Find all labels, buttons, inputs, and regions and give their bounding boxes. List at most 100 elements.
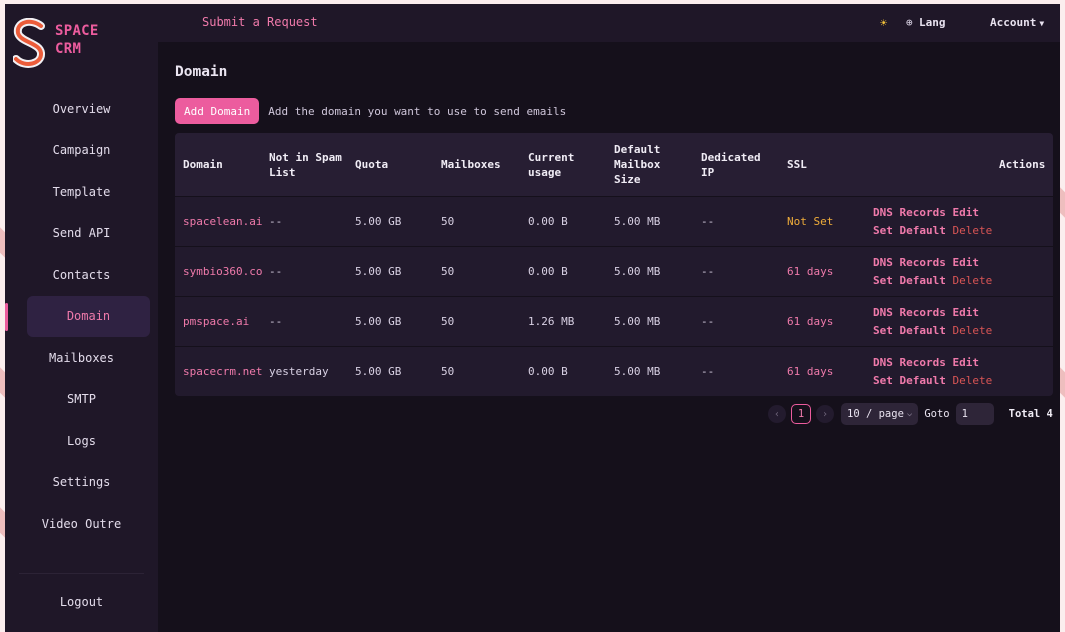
table-header: Domain Not in Spam List Quota Mailboxes … [175, 133, 1053, 196]
sidebar-item-domain[interactable]: Domain [5, 295, 150, 337]
dedicated-ip-cell: -- [701, 365, 715, 378]
edit-button[interactable]: Edit [952, 206, 979, 219]
dedicated-ip-cell: -- [701, 315, 715, 328]
domain-link[interactable]: pmspace.ai [183, 297, 249, 346]
sidebar: SPACE CRM Overview Campaign Template Sen… [5, 4, 158, 632]
domain-link[interactable]: spacecrm.net [183, 347, 262, 396]
quota-cell: 5.00 GB [355, 215, 402, 228]
set-default-button[interactable]: Set Default [873, 274, 946, 287]
ssl-status: 61 days [787, 315, 834, 328]
brand[interactable]: SPACE CRM [5, 4, 158, 86]
sidebar-item-campaign[interactable]: Campaign [5, 130, 158, 172]
quota-cell: 5.00 GB [355, 365, 402, 378]
delete-button[interactable]: Delete [952, 324, 992, 337]
helper-text: Add the domain you want to use to send e… [268, 104, 567, 118]
quota-cell: 5.00 GB [355, 315, 402, 328]
sidebar-item-overview[interactable]: Overview [5, 88, 158, 130]
set-default-button[interactable]: Set Default [873, 374, 946, 387]
mailboxes-cell: 50 [441, 315, 455, 328]
edit-button[interactable]: Edit [952, 356, 979, 369]
table-row: symbio360.co -- 5.00 GB 50 0.00 B 5.00 M… [175, 246, 1053, 296]
domains-table: Domain Not in Spam List Quota Mailboxes … [175, 133, 1053, 396]
row-actions: DNS Records Edit Set Default Delete [873, 347, 992, 396]
delete-button[interactable]: Delete [952, 274, 992, 287]
sidebar-item-mailboxes[interactable]: Mailboxes [5, 337, 158, 379]
chevron-down-icon: ⌵ [906, 409, 913, 419]
dns-records-button[interactable]: DNS Records [873, 256, 946, 269]
mailbox-size-cell: 5.00 MB [614, 215, 661, 228]
goto-page-input[interactable] [955, 403, 994, 425]
column-header-quota: Quota [355, 158, 389, 171]
mailboxes-cell: 50 [441, 365, 455, 378]
set-default-button[interactable]: Set Default [873, 224, 946, 237]
account-label: Account [990, 16, 1037, 29]
set-default-button[interactable]: Set Default [873, 324, 946, 337]
dedicated-ip-cell: -- [701, 215, 715, 228]
sidebar-item-smtp[interactable]: SMTP [5, 379, 158, 421]
page-number-button[interactable]: 1 [791, 404, 811, 424]
row-actions: DNS Records Edit Set Default Delete [873, 247, 992, 296]
mailboxes-cell: 50 [441, 215, 455, 228]
chevron-left-icon[interactable]: ‹ [768, 405, 786, 423]
goto-label: Goto [924, 408, 950, 420]
mailbox-size-cell: 5.00 MB [614, 365, 661, 378]
column-header-domain: Domain [183, 158, 223, 171]
sidebar-item-contacts[interactable]: Contacts [5, 254, 158, 296]
row-actions: DNS Records Edit Set Default Delete [873, 197, 992, 246]
sun-icon[interactable]: ☀ [880, 16, 887, 30]
sidebar-item-logs[interactable]: Logs [5, 420, 158, 462]
column-header-mailboxes: Mailboxes [441, 158, 501, 171]
add-domain-button[interactable]: Add Domain [175, 98, 260, 124]
edit-button[interactable]: Edit [952, 306, 979, 319]
sidebar-divider [19, 573, 144, 574]
table-row: spacelean.ai -- 5.00 GB 50 0.00 B 5.00 M… [175, 196, 1053, 246]
sidebar-item-send-api[interactable]: Send API [5, 213, 158, 255]
column-header-actions: Actions [999, 158, 1046, 171]
dns-records-button[interactable]: DNS Records [873, 206, 946, 219]
spam-cell: -- [269, 265, 283, 278]
table-row: spacecrm.net yesterday 5.00 GB 50 0.00 B… [175, 346, 1053, 396]
ssl-status: Not Set [787, 215, 834, 228]
s-logo-icon [13, 18, 45, 68]
spam-cell: -- [269, 315, 283, 328]
sidebar-item-video-outre[interactable]: Video Outre [5, 503, 158, 545]
column-header-usage: Current usage [528, 150, 575, 179]
brand-name-line1: SPACE [55, 23, 99, 39]
ssl-status: 61 days [787, 365, 834, 378]
submit-request-link[interactable]: Submit a Request [202, 15, 318, 29]
usage-cell: 1.26 MB [528, 315, 575, 328]
usage-cell: 0.00 B [528, 265, 568, 278]
dns-records-button[interactable]: DNS Records [873, 306, 946, 319]
sidebar-item-template[interactable]: Template [5, 171, 158, 213]
edit-button[interactable]: Edit [952, 256, 979, 269]
account-menu[interactable]: Account ▼ [990, 16, 1044, 29]
logout-button[interactable]: Logout [5, 582, 158, 622]
language-selector[interactable]: Lang [919, 16, 946, 29]
page-size-select[interactable]: 10 / page ⌵ [841, 403, 919, 425]
globe-icon: ⊕ [906, 16, 913, 29]
brand-name-line2: CRM [55, 41, 82, 57]
mailbox-size-cell: 5.00 MB [614, 315, 661, 328]
mailboxes-cell: 50 [441, 265, 455, 278]
mailbox-size-cell: 5.00 MB [614, 265, 661, 278]
domain-link[interactable]: spacelean.ai [183, 197, 262, 246]
domain-link[interactable]: symbio360.co [183, 247, 262, 296]
top-bar: Submit a Request ☀ ⊕ Lang Account ▼ [158, 4, 1060, 42]
page-title: Domain [175, 64, 228, 80]
sidebar-nav: Overview Campaign Template Send API Cont… [5, 88, 158, 545]
total-count: Total 4 [1008, 408, 1053, 420]
table-row: pmspace.ai -- 5.00 GB 50 1.26 MB 5.00 MB… [175, 296, 1053, 346]
chevron-right-icon[interactable]: › [816, 405, 834, 423]
delete-button[interactable]: Delete [952, 224, 992, 237]
column-header-mailbox-size: Default Mailbox Size [614, 143, 661, 186]
dns-records-button[interactable]: DNS Records [873, 356, 946, 369]
app-window: SPACE CRM Overview Campaign Template Sen… [5, 4, 1060, 632]
pagination: ‹ 1 › 10 / page⌵ Goto Total 4 [768, 403, 1053, 425]
caret-down-icon: ▼ [1039, 19, 1045, 28]
page-size-label: 10 / page [847, 408, 904, 420]
dedicated-ip-cell: -- [701, 265, 715, 278]
delete-button[interactable]: Delete [952, 374, 992, 387]
sidebar-item-settings[interactable]: Settings [5, 462, 158, 504]
column-header-ssl: SSL [787, 158, 807, 171]
page-toolbar: Add Domain Add the domain you want to us… [175, 98, 566, 124]
